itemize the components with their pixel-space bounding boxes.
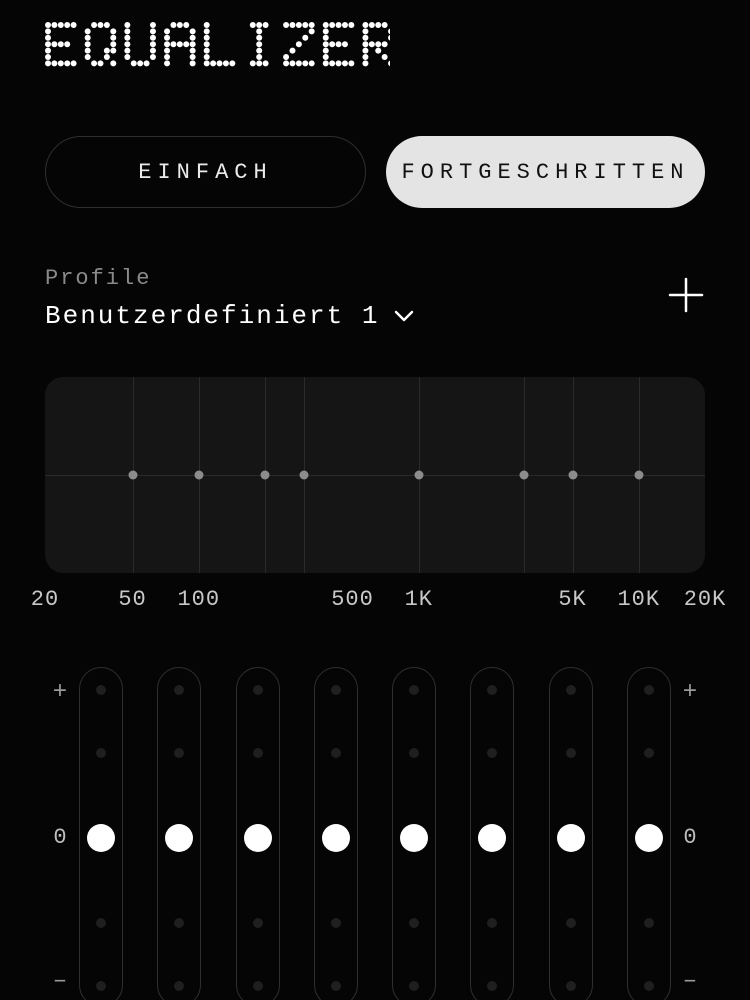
eq-band-slider[interactable]	[79, 667, 123, 1000]
tab-simple-label: EINFACH	[138, 160, 272, 185]
scale-minus: –	[683, 968, 697, 995]
eq-graph-point	[128, 471, 137, 480]
slider-tick	[487, 918, 497, 928]
eq-band-slider[interactable]	[549, 667, 593, 1000]
slider-tick	[331, 685, 341, 695]
eq-response-graph	[45, 377, 705, 573]
slider-tick	[487, 981, 497, 991]
slider-tick	[644, 748, 654, 758]
slider-tick	[409, 685, 419, 695]
eq-band-slider[interactable]	[236, 667, 280, 1000]
slider-tick	[409, 918, 419, 928]
add-profile-button[interactable]	[667, 276, 705, 314]
slider-tick	[409, 748, 419, 758]
mode-tabs: EINFACH FORTGESCHRITTEN	[45, 136, 705, 208]
slider-tick	[409, 981, 419, 991]
eq-graph-point	[414, 471, 423, 480]
eq-band-slider[interactable]	[157, 667, 201, 1000]
slider-tick	[96, 918, 106, 928]
tab-advanced-label: FORTGESCHRITTEN	[401, 160, 689, 185]
eq-graph-point	[568, 471, 577, 480]
x-tick-label: 1K	[405, 587, 433, 612]
slider-tick	[566, 918, 576, 928]
profile-selected-value: Benutzerdefiniert 1	[45, 301, 379, 331]
slider-tick	[487, 685, 497, 695]
slider-tick	[644, 981, 654, 991]
slider-thumb[interactable]	[557, 824, 585, 852]
slider-tick	[253, 748, 263, 758]
slider-tick	[96, 748, 106, 758]
slider-tick	[253, 685, 263, 695]
page-title	[45, 16, 705, 76]
scale-plus: +	[683, 679, 697, 706]
slider-tick	[253, 981, 263, 991]
eq-graph-x-ticks: 20501005001K5K10K20K	[45, 587, 705, 617]
eq-graph-point	[261, 471, 270, 480]
profile-dropdown[interactable]: Benutzerdefiniert 1	[45, 301, 415, 331]
slider-thumb[interactable]	[635, 824, 663, 852]
scale-zero: 0	[53, 825, 66, 850]
slider-tick	[174, 918, 184, 928]
eq-band-slider[interactable]	[470, 667, 514, 1000]
x-tick-label: 10K	[617, 587, 660, 612]
slider-thumb[interactable]	[165, 824, 193, 852]
slider-thumb[interactable]	[87, 824, 115, 852]
scale-zero: 0	[683, 825, 696, 850]
x-tick-label: 100	[177, 587, 220, 612]
eq-graph-point	[299, 471, 308, 480]
slider-thumb[interactable]	[244, 824, 272, 852]
x-tick-label: 50	[118, 587, 146, 612]
slider-tick	[644, 685, 654, 695]
slider-tick	[174, 748, 184, 758]
slider-thumb[interactable]	[400, 824, 428, 852]
slider-scale-left: + 0 –	[45, 667, 75, 1000]
tab-advanced[interactable]: FORTGESCHRITTEN	[386, 136, 705, 208]
eq-graph-point	[634, 471, 643, 480]
slider-scale-right: + 0 –	[675, 667, 705, 1000]
x-tick-label: 20	[31, 587, 59, 612]
eq-graph-point	[519, 471, 528, 480]
eq-band-slider[interactable]	[392, 667, 436, 1000]
slider-tick	[566, 981, 576, 991]
scale-minus: –	[53, 968, 67, 995]
slider-tick	[644, 918, 654, 928]
eq-sliders	[75, 667, 675, 1000]
slider-thumb[interactable]	[322, 824, 350, 852]
tab-simple[interactable]: EINFACH	[45, 136, 366, 208]
eq-band-slider[interactable]	[314, 667, 358, 1000]
scale-plus: +	[53, 679, 67, 706]
slider-tick	[174, 981, 184, 991]
slider-tick	[331, 748, 341, 758]
x-tick-label: 20K	[684, 587, 727, 612]
slider-tick	[96, 685, 106, 695]
x-tick-label: 500	[331, 587, 374, 612]
slider-tick	[331, 981, 341, 991]
profile-label: Profile	[45, 266, 415, 291]
slider-tick	[566, 685, 576, 695]
eq-graph-point	[194, 471, 203, 480]
slider-tick	[331, 918, 341, 928]
x-tick-label: 5K	[558, 587, 586, 612]
slider-thumb[interactable]	[478, 824, 506, 852]
eq-band-slider[interactable]	[627, 667, 671, 1000]
slider-tick	[174, 685, 184, 695]
slider-tick	[487, 748, 497, 758]
slider-tick	[96, 981, 106, 991]
slider-tick	[566, 748, 576, 758]
chevron-down-icon	[393, 305, 415, 327]
slider-tick	[253, 918, 263, 928]
